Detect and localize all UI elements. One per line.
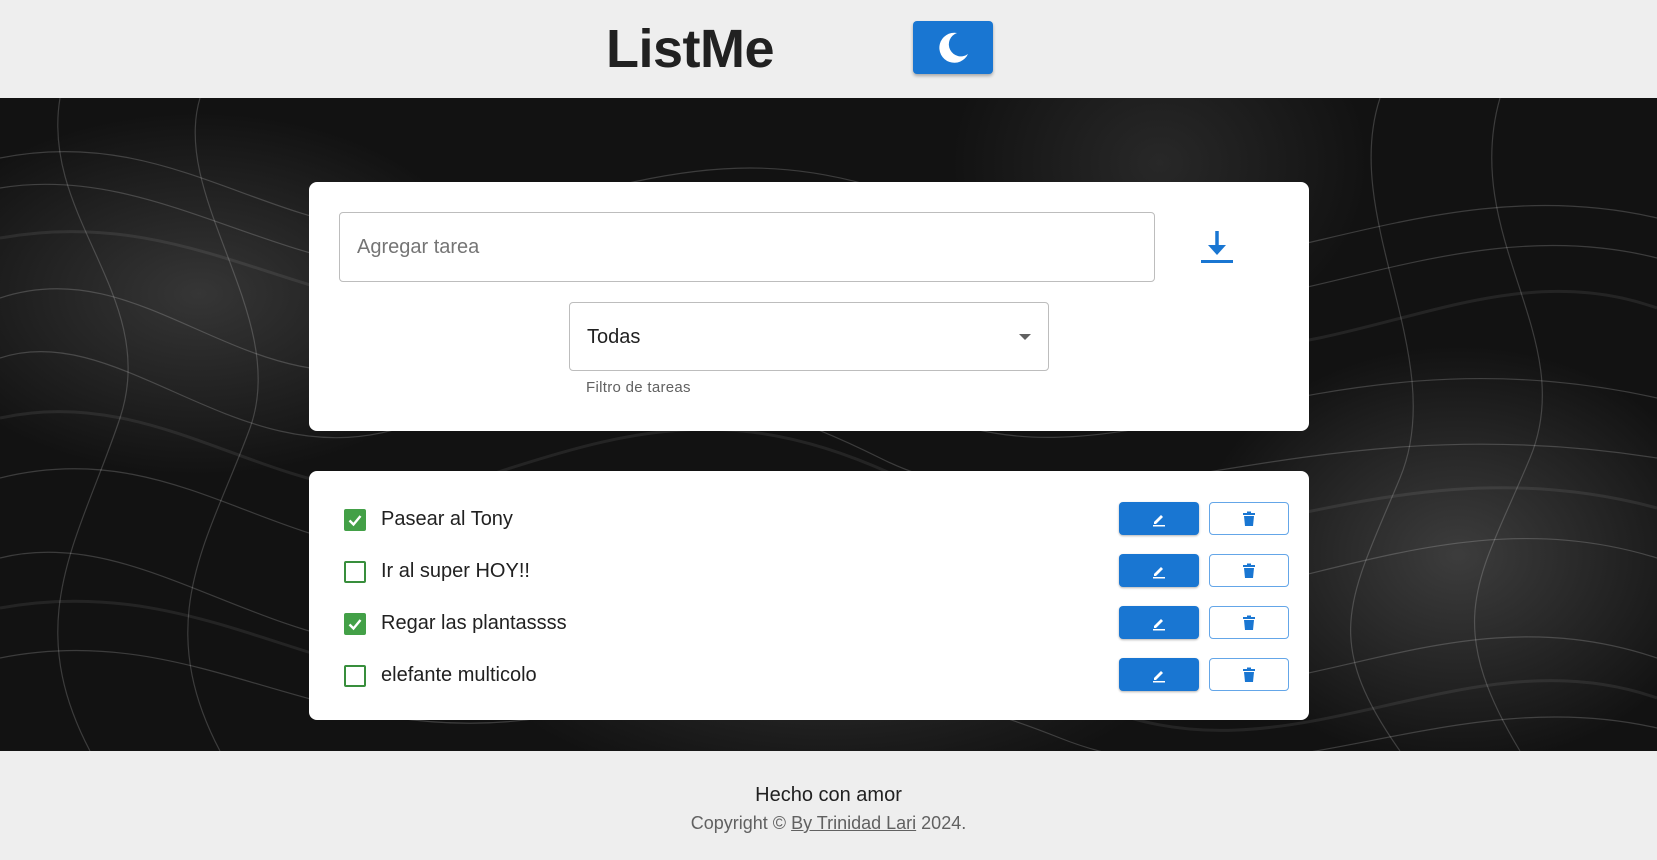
footer-title: Hecho con amor bbox=[755, 784, 902, 806]
checkmark-icon bbox=[348, 619, 362, 631]
task-row: Pasear al Tony bbox=[309, 500, 1309, 540]
edit-task-button[interactable] bbox=[1119, 658, 1199, 691]
theme-toggle-button[interactable] bbox=[913, 21, 993, 74]
add-task-input[interactable] bbox=[339, 212, 1155, 282]
delete-task-button[interactable] bbox=[1209, 554, 1289, 587]
task-row: elefante multicolo bbox=[309, 656, 1309, 696]
background-stage: Todas Filtro de tareas Pasear al Tony Ir… bbox=[0, 98, 1657, 751]
task-checkbox[interactable] bbox=[344, 665, 366, 687]
pencil-icon bbox=[1153, 566, 1165, 578]
trash-icon bbox=[1243, 615, 1255, 630]
delete-task-button[interactable] bbox=[1209, 606, 1289, 639]
chevron-down-icon bbox=[1019, 334, 1031, 340]
moon-icon bbox=[939, 32, 968, 63]
delete-task-button[interactable] bbox=[1209, 502, 1289, 535]
filter-helper-text: Filtro de tareas bbox=[586, 379, 691, 396]
trash-icon bbox=[1243, 667, 1255, 682]
add-task-button[interactable] bbox=[1189, 222, 1245, 272]
app-header: ListMe bbox=[0, 0, 1657, 98]
copyright-year: 2024. bbox=[921, 813, 967, 833]
task-filter-select[interactable]: Todas bbox=[569, 302, 1049, 371]
task-label: elefante multicolo bbox=[381, 664, 537, 686]
delete-task-button[interactable] bbox=[1209, 658, 1289, 691]
author-link[interactable]: By Trinidad Lari bbox=[791, 813, 916, 833]
task-checkbox[interactable] bbox=[344, 509, 366, 531]
task-checkbox[interactable] bbox=[344, 613, 366, 635]
task-form-card: Todas Filtro de tareas bbox=[309, 182, 1309, 431]
copyright-prefix: Copyright © bbox=[690, 813, 787, 833]
trash-icon bbox=[1243, 511, 1255, 526]
trash-icon bbox=[1243, 563, 1255, 578]
edit-task-button[interactable] bbox=[1119, 606, 1199, 639]
edit-task-button[interactable] bbox=[1119, 554, 1199, 587]
page-footer: Hecho con amor Copyright © By Trinidad L… bbox=[0, 751, 1657, 860]
app-title: ListMe bbox=[606, 19, 775, 79]
edit-task-button[interactable] bbox=[1119, 502, 1199, 535]
task-list-card: Pasear al Tony Ir al super HOY!! Regar l… bbox=[309, 471, 1309, 720]
pencil-icon bbox=[1153, 514, 1165, 526]
pencil-icon bbox=[1153, 670, 1165, 682]
download-arrow-icon bbox=[1201, 231, 1233, 263]
task-label: Regar las plantassss bbox=[381, 612, 567, 634]
filter-selected-value: Todas bbox=[587, 326, 641, 348]
task-checkbox[interactable] bbox=[344, 561, 366, 583]
task-row: Ir al super HOY!! bbox=[309, 552, 1309, 592]
task-row: Regar las plantassss bbox=[309, 604, 1309, 644]
task-label: Ir al super HOY!! bbox=[381, 560, 530, 582]
footer-copyright: Copyright © By Trinidad Lari 2024. bbox=[0, 813, 1657, 834]
pencil-icon bbox=[1153, 618, 1165, 630]
checkmark-icon bbox=[348, 515, 362, 527]
task-label: Pasear al Tony bbox=[381, 508, 513, 530]
